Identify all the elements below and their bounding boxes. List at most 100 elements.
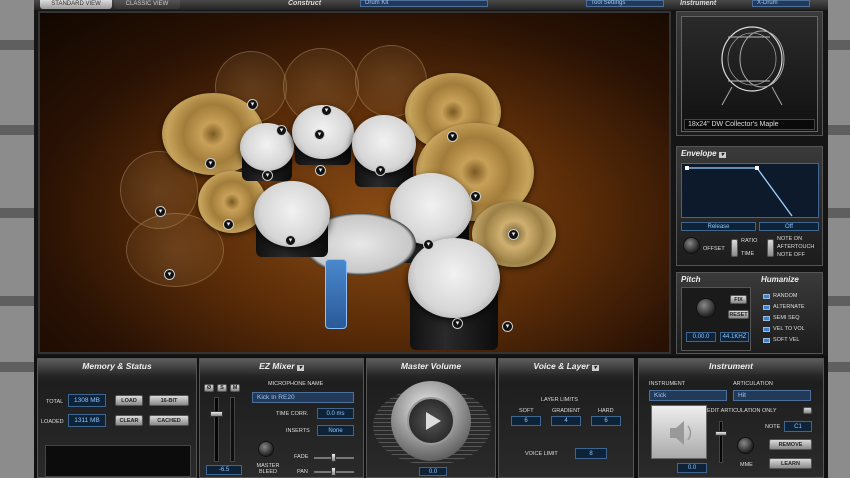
chevron-down-icon[interactable]: ▾ [155,206,166,217]
inserts-label: INSERTS [286,428,310,434]
solo-button[interactable]: S [217,384,227,392]
instrument-dropdown[interactable]: X-Drum [752,0,810,7]
instrument-pad[interactable] [651,405,707,459]
chevron-down-icon[interactable]: ▾ [591,365,599,371]
edit-articulation-label: EDIT ARTICULATION ONLY [707,408,777,414]
chevron-down-icon[interactable]: ▾ [314,129,325,140]
chevron-down-icon[interactable]: ▾ [164,269,175,280]
fader-value[interactable]: -6.5 [206,465,242,475]
chevron-down-icon[interactable]: ▾ [296,365,304,371]
note-value[interactable]: C1 [784,421,812,432]
semi-seq-label: SEMI SEQ [773,315,800,321]
gradient-value[interactable]: 4 [551,416,581,426]
learn-button[interactable]: LEARN [769,458,812,469]
play-button[interactable] [407,397,455,445]
construct-dropdown[interactable]: Drum Kit [360,0,488,7]
envelope-value[interactable]: Off [759,222,819,231]
fade-label: FADE [294,454,309,460]
mute-button[interactable]: M [230,384,240,392]
chevron-down-icon[interactable]: ▾ [205,158,216,169]
chevron-down-icon[interactable]: ▾ [276,125,287,136]
remove-button[interactable]: REMOVE [769,439,812,450]
construct-label: Construct [288,0,322,7]
tab-classic-view[interactable]: CLASSIC VIEW [114,0,180,9]
pan-label: PAN [297,469,308,475]
time-corr-value[interactable]: 0.0 ms [317,408,354,419]
envelope-graph[interactable] [681,163,819,218]
phase-button[interactable]: Ø [204,384,214,392]
vel-to-vol-label: VEL TO VOL [773,326,805,332]
ez-mixer-header: EZ Mixer ▾ [200,359,363,374]
channel-fader-track[interactable] [214,397,219,462]
time-label: TIME [741,251,755,257]
load-button[interactable]: LOAD [115,395,143,406]
kick-pedal[interactable] [325,259,347,329]
construct-value: Drum Kit [365,0,389,6]
chevron-down-icon[interactable]: ▾ [423,239,434,250]
chevron-down-icon[interactable]: ▾ [247,99,258,110]
chevron-down-icon[interactable]: ▾ [285,235,296,246]
chevron-down-icon[interactable]: ▾ [447,131,458,142]
soft-value[interactable]: 6 [511,416,541,426]
chevron-down-icon[interactable]: ▾ [470,191,481,202]
sample-rate: 44.1KHZ [720,332,749,342]
chevron-down-icon[interactable]: ▾ [262,170,273,181]
fade-slider-handle[interactable] [331,453,336,462]
random-checkbox[interactable] [763,294,770,299]
soft-vel-checkbox[interactable] [763,338,770,343]
chevron-down-icon[interactable]: ▾ [718,152,726,158]
pitch-knob[interactable] [696,298,716,318]
hard-value[interactable]: 6 [591,416,621,426]
tool-settings-label: Tool Settings [591,0,626,6]
instrument-velocity-handle[interactable] [715,431,727,436]
voice-layer-title: Voice & Layer [533,361,590,371]
master-bleed-knob[interactable] [258,441,274,457]
chevron-down-icon[interactable]: ▾ [321,105,332,116]
pitch-value[interactable]: 0.00.0 [686,332,716,342]
mme-knob[interactable] [737,437,754,454]
alternate-checkbox[interactable] [763,305,770,310]
reset-button[interactable]: RESET [728,310,749,319]
chevron-down-icon[interactable]: ▾ [502,321,513,332]
chevron-down-icon[interactable]: ▾ [315,165,326,176]
humanize-title: Humanize [761,275,799,284]
tab-standard-view[interactable]: STANDARD VIEW [40,0,112,9]
cached-button[interactable]: CACHED [149,415,189,426]
envelope-mode[interactable]: Release [681,222,756,231]
voice-limit-value[interactable]: 8 [575,448,607,459]
vel-to-vol-checkbox[interactable] [763,327,770,332]
instrument-value[interactable]: 0.0 [677,463,707,473]
instrument-velocity-track[interactable] [719,421,723,463]
articulation-dropdown[interactable]: Hit [733,390,811,401]
note-on-label: NOTE ON [777,236,803,242]
chevron-down-icon[interactable]: ▾ [223,219,234,230]
instrument-field-dropdown[interactable]: Kick [649,390,727,401]
note-mode-switch[interactable] [767,239,774,257]
offset-knob[interactable] [683,237,700,254]
semi-seq-checkbox[interactable] [763,316,770,321]
ratio-label: RATIO [741,238,758,244]
pitch-title: Pitch [681,275,701,284]
ratio-time-switch[interactable] [731,239,738,257]
master-volume-value[interactable]: 0.0 [419,467,447,476]
chevron-down-icon[interactable]: ▾ [508,229,519,240]
rack-tom-3[interactable] [352,115,416,173]
fix-button[interactable]: FIX [730,295,747,304]
edit-articulation-checkbox[interactable] [803,407,812,414]
drum-kit-stage: ▾ ▾ ▾ ▾ ▾ ▾ ▾ ▾ ▾ ▾ ▾ ▾ ▾ ▾ ▾ ▾ ▾ ▾ [38,11,671,354]
envelope-curve [685,166,793,217]
chevron-down-icon[interactable]: ▾ [375,165,386,176]
clear-button[interactable]: CLEAR [115,415,143,426]
time-corr-label: TIME CORR. [276,411,309,417]
tool-settings-dropdown[interactable]: Tool Settings [586,0,664,7]
mic-name-label: MICROPHONE NAME [268,381,324,387]
floor-tom-2[interactable] [408,238,500,318]
chevron-down-icon[interactable]: ▾ [452,318,463,329]
memory-status-section: Memory & Status TOTAL 1308 MB LOADED 131… [37,358,197,478]
channel-fader-handle[interactable] [210,411,223,417]
pan-slider-handle[interactable] [331,467,336,476]
16bit-button[interactable]: 16-BIT [149,395,189,406]
alternate-label: ALTERNATE [773,304,805,310]
inserts-value[interactable]: None [317,425,354,436]
mic-dropdown[interactable]: Kick In RE20 [252,392,354,403]
